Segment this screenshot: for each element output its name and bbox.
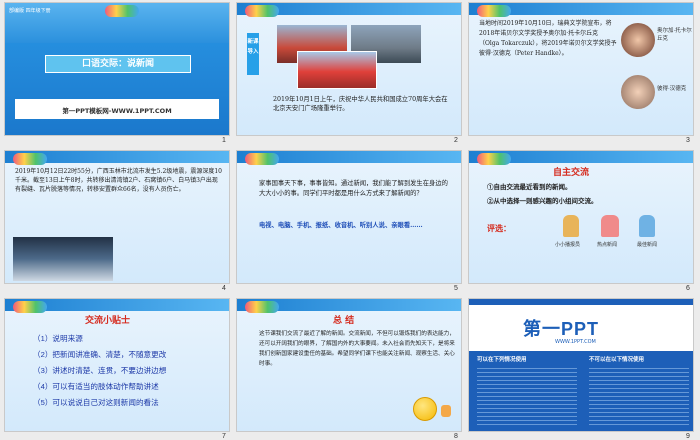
slide-thumbnail-7[interactable]: 交流小贴士 （1）说明来源 （2）把新闻讲准确、清楚，不随意更改 （3）讲述时清… [4,298,230,432]
kite-icon [13,301,47,313]
usage-allowed-list [477,365,577,425]
slide-body-text: 家事国事天下事，事事皆知。通过新闻，我们能了解到发生在身边的大大小小的事。同学们… [259,180,448,197]
slide-thumbnail-3[interactable]: 当地时间2019年10月10日，瑞典文学院宣布，将2018年诺贝尔文学奖授予奥尔… [468,2,694,136]
slide-thumbnail-5[interactable]: 家事国事天下事，事事皆知。通过新闻，我们能了解到发生在身边的大大小小的事。同学们… [236,150,462,284]
portrait-name-1: 奥尔加·托卡尔丘克 [657,28,692,42]
kite-icon [477,5,511,17]
tip-item: （2）把新闻讲准确、清楚，不随意更改 [33,350,167,359]
usage-allowed-heading: 可以在下列情况使用 [477,357,527,363]
earthquake-photo [13,237,113,281]
tip-item: （5）可以说说自己对这则新闻的看法 [33,398,159,407]
slide-thumbnail-2[interactable]: 新课导入 2019年10月1日上午，庆祝中华人民共和国成立70周年大会在北京天安… [236,2,462,136]
parade-photo-3 [297,51,377,89]
list-item: ①自由交流最近看到的新闻。 [487,183,572,191]
kite-icon [245,5,279,17]
slide-sorter-grid: 部编版 四年级下册 口语交际：说新闻 第一PPT模板网-WWW.1PPT.COM… [0,0,700,440]
slide-number: 5 [454,285,458,292]
slide-number: 1 [222,137,226,144]
slide-subtitle: 第一PPT模板网-WWW.1PPT.COM [62,107,172,115]
slide-body-text: 这节课我们交流了最近了解的新闻。交流新闻，不但可以锻炼我们的表达能力，还可以开阔… [259,331,455,367]
character-icon [639,215,655,237]
slide-title: 交流小贴士 [85,316,131,326]
tip-item: （3）讲述时清楚、连贯，不要边讲边想 [33,366,167,375]
slide-number: 4 [222,285,226,292]
slide-body-text: 2019年10月1日上午，庆祝中华人民共和国成立70周年大会在北京天安门广场隆重… [273,96,448,112]
media-list: 电视、电脑、手机、报纸、收音机、听别人说、亲眼看…… [259,222,423,229]
award-label: 最佳新闻 [637,242,658,248]
tip-item: （1）说明来源 [33,334,83,343]
tip-item: （4）可以有适当的肢体动作帮助讲述 [33,382,159,391]
character-icon [563,215,579,237]
brand-url: WWW.1PPT.COM [555,339,596,345]
usage-forbidden-list [589,365,689,425]
brand-logo: 第一PPT [523,319,600,339]
character-icon [601,215,619,237]
portrait-photo-2 [621,75,655,109]
kite-icon [245,153,279,165]
slide-thumbnail-9[interactable]: 第一PPT WWW.1PPT.COM 可以在下列情况使用 不可以在以下情况使用 [468,298,694,432]
kite-icon [245,301,279,313]
slide-number: 6 [686,285,690,292]
usage-forbidden-heading: 不可以在以下情况使用 [589,357,645,363]
thumbs-up-icon [441,405,451,417]
slide-title: 总 结 [333,316,355,326]
portrait-name-2: 彼得·汉德克 [657,86,687,92]
slide-body-text: 当地时间2019年10月10日，瑞典文学院宣布，将2018年诺贝尔文学奖授予奥尔… [479,20,617,57]
rate-label: 评选： [487,224,511,233]
slide-title: 自主交流 [553,168,590,178]
award-label: 小小播报员 [555,242,581,248]
portrait-photo-1 [621,23,655,57]
award-label: 热点新闻 [597,242,618,248]
slide-thumbnail-8[interactable]: 总 结 这节课我们交流了最近了解的新闻。交流新闻，不但可以锻炼我们的表达能力，还… [236,298,462,432]
smiley-icon [413,397,437,421]
slide-number: 3 [686,137,690,144]
slide-number: 2 [454,137,458,144]
slide-body-text: 2019年10月12日22时55分，广西玉林市北流市发生5.2级地震，震源深度1… [15,168,222,194]
kite-icon [13,153,47,165]
grade-label: 部编版 四年级下册 [9,8,51,14]
kite-icon [477,153,511,165]
section-badge: 新课导入 [247,33,259,75]
slide-thumbnail-6[interactable]: 自主交流 ①自由交流最近看到的新闻。 ②从中选择一则感兴趣的小组间交流。 评选：… [468,150,694,284]
slide-thumbnail-1[interactable]: 部编版 四年级下册 口语交际：说新闻 第一PPT模板网-WWW.1PPT.COM [4,2,230,136]
slide-thumbnail-4[interactable]: 2019年10月12日22时55分，广西玉林市北流市发生5.2级地震，震源深度1… [4,150,230,284]
slide-title: 口语交际：说新闻 [45,55,191,73]
kite-icon [105,5,139,17]
list-item: ②从中选择一则感兴趣的小组间交流。 [487,197,598,205]
